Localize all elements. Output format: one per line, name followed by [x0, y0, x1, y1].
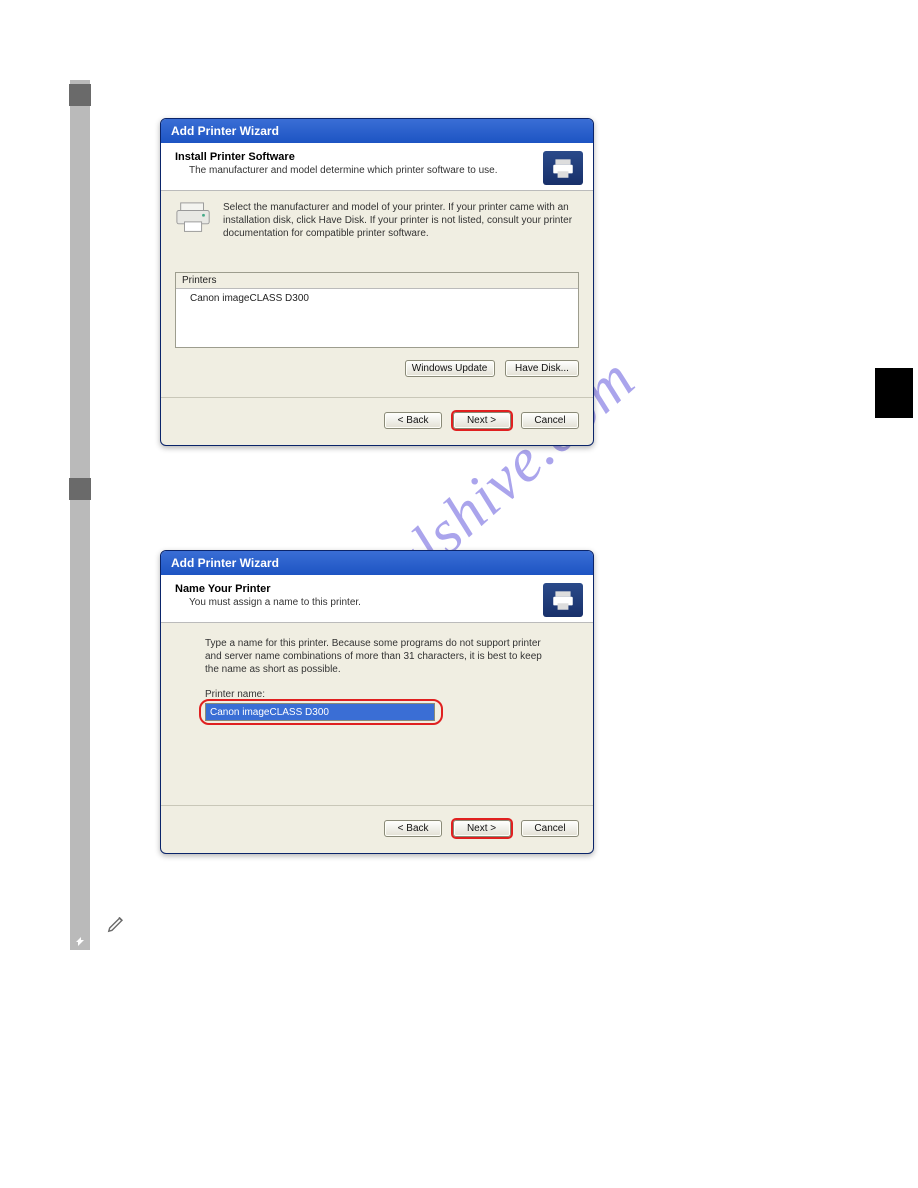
back-button[interactable]: < Back: [384, 412, 442, 429]
header-subtitle: You must assign a name to this printer.: [189, 597, 581, 608]
add-printer-wizard-dialog-2: Add Printer Wizard Name Your Printer You…: [160, 550, 594, 854]
cancel-button[interactable]: Cancel: [521, 412, 579, 429]
side-strip: [70, 80, 90, 950]
instruction-text: Select the manufacturer and model of you…: [223, 201, 579, 240]
pencil-icon: [106, 912, 128, 934]
printer-name-label: Printer name:: [205, 688, 557, 701]
side-marker-mid: [69, 478, 91, 500]
list-item[interactable]: Canon imageCLASS D300: [190, 292, 564, 305]
printer-icon: [543, 583, 583, 617]
share-icon: [72, 934, 88, 950]
dialog-titlebar: Add Printer Wizard: [161, 119, 593, 143]
add-printer-wizard-dialog-1: Add Printer Wizard Install Printer Softw…: [160, 118, 594, 446]
back-button[interactable]: < Back: [384, 820, 442, 837]
dialog-titlebar: Add Printer Wizard: [161, 551, 593, 575]
printers-listbox[interactable]: Printers Canon imageCLASS D300: [175, 272, 579, 348]
instruction-text: Type a name for this printer. Because so…: [205, 637, 557, 676]
printer-mini-icon: [175, 201, 213, 235]
next-button[interactable]: Next >: [453, 412, 511, 429]
printer-name-input[interactable]: [205, 703, 435, 721]
header-subtitle: The manufacturer and model determine whi…: [189, 165, 581, 176]
next-button[interactable]: Next >: [453, 820, 511, 837]
list-header: Printers: [176, 273, 578, 289]
right-tab-block: [875, 368, 913, 418]
side-marker-top: [69, 84, 91, 106]
have-disk-button[interactable]: Have Disk...: [505, 360, 579, 377]
windows-update-button[interactable]: Windows Update: [405, 360, 495, 377]
cancel-button[interactable]: Cancel: [521, 820, 579, 837]
printer-icon: [543, 151, 583, 185]
header-title: Name Your Printer: [175, 583, 581, 595]
header-title: Install Printer Software: [175, 151, 581, 163]
